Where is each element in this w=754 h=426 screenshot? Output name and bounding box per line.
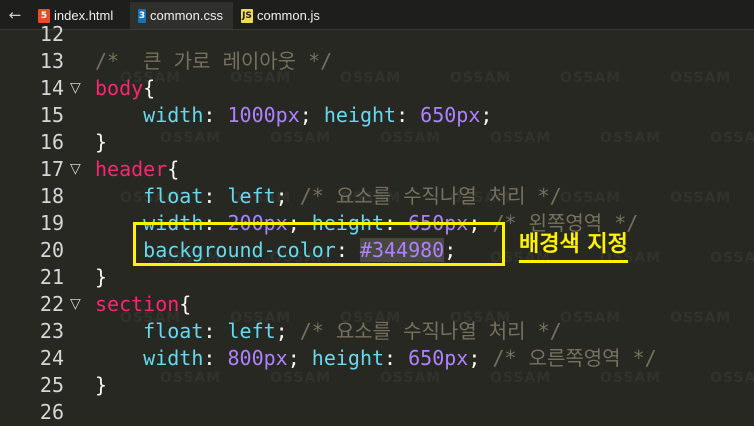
- line-number: 16: [39, 130, 64, 154]
- tab-label: common.css: [150, 8, 223, 23]
- code-token: {: [167, 157, 180, 181]
- line-number: 20: [39, 238, 64, 262]
- code-token: width: [143, 346, 204, 370]
- code-token: /* 오른쪽영역 */: [492, 346, 657, 370]
- code-token: 650px: [408, 346, 469, 370]
- code-token: :: [203, 103, 228, 127]
- code-token: ;: [287, 346, 312, 370]
- code-line: float: left; /* 요소를 수직나열 처리 */: [95, 183, 562, 210]
- code-token: :: [203, 346, 228, 370]
- code-token: }: [95, 130, 108, 154]
- line-number: 17: [39, 157, 64, 181]
- code-token: ;: [299, 103, 324, 127]
- code-token: :: [396, 103, 421, 127]
- code-token: /* 큰 가로 레이아웃 */: [95, 49, 333, 73]
- line-number: 13: [39, 49, 64, 73]
- line-number: 23: [39, 319, 64, 343]
- line-number: 18: [39, 184, 64, 208]
- line-number: 24: [39, 346, 64, 370]
- line-number: 21: [39, 265, 64, 289]
- line-number: 25: [39, 373, 64, 397]
- code-editor[interactable]: /* 큰 가로 레이아웃 */body{ width: 1000px; heig…: [92, 30, 754, 410]
- code-token: {: [143, 76, 156, 100]
- code-line: /* 큰 가로 레이아웃 */: [95, 48, 332, 75]
- code-token: :: [203, 184, 228, 208]
- code-token: 650px: [420, 103, 481, 127]
- fold-arrow-icon[interactable]: ▽: [70, 156, 81, 183]
- code-token: 800px: [227, 346, 288, 370]
- line-number: 22: [39, 292, 64, 316]
- line-number: 19: [39, 211, 64, 235]
- js-file-icon: JS: [241, 8, 253, 23]
- code-token: height: [311, 346, 385, 370]
- code-token: height: [323, 103, 397, 127]
- code-token: :: [203, 319, 228, 343]
- code-token: }: [95, 373, 108, 397]
- code-token: float: [143, 184, 204, 208]
- css3-file-icon: 3: [138, 8, 147, 23]
- line-number: 15: [39, 103, 64, 127]
- code-line: }: [95, 264, 107, 291]
- code-token: ;: [275, 319, 300, 343]
- line-number-gutter: 12 13 14 ▽ 15 16 17 ▽ 18 19 20 21 22 ▽ 23 24 25 26: [0, 22, 92, 424]
- code-line: header{: [95, 156, 179, 183]
- code-line: width: 1000px; height: 650px;: [95, 102, 492, 129]
- code-token: ;: [275, 184, 300, 208]
- fold-arrow-icon[interactable]: ▽: [70, 291, 81, 318]
- code-token: header: [95, 157, 168, 181]
- code-line: width: 800px; height: 650px; /* 오른쪽영역 */: [95, 345, 657, 372]
- fold-arrow-icon[interactable]: ▽: [70, 75, 81, 102]
- code-token: width: [143, 103, 204, 127]
- tab-label: common.js: [257, 8, 320, 23]
- code-token: :: [384, 346, 409, 370]
- annotation-label: 배경색 지정: [519, 230, 628, 263]
- code-token: }: [95, 265, 108, 289]
- tab-common-js[interactable]: JS common.js: [233, 2, 343, 29]
- code-token: left: [227, 184, 276, 208]
- code-token: /* 요소를 수직나열 처리 */: [299, 319, 562, 343]
- line-number: 26: [39, 400, 64, 424]
- code-token: body: [95, 76, 144, 100]
- code-token: /* 요소를 수직나열 처리 */: [299, 184, 562, 208]
- tab-bar: ← 5 index.html 3 common.css JS common.js: [0, 0, 754, 30]
- code-line: float: left; /* 요소를 수직나열 처리 */: [95, 318, 562, 345]
- line-number: 12: [39, 22, 64, 46]
- highlight-box: [133, 222, 505, 266]
- code-token: {: [179, 292, 192, 316]
- code-token: ;: [480, 103, 493, 127]
- code-line: body{: [95, 75, 155, 102]
- code-token: left: [227, 319, 276, 343]
- line-number: 14: [39, 76, 64, 100]
- code-line: }: [95, 372, 107, 399]
- tab-common-css[interactable]: 3 common.css: [130, 2, 233, 29]
- code-token: float: [143, 319, 204, 343]
- code-line: section{: [95, 291, 191, 318]
- code-line: }: [95, 129, 107, 156]
- code-token: section: [95, 292, 180, 316]
- code-token: 1000px: [227, 103, 300, 127]
- code-token: ;: [468, 346, 493, 370]
